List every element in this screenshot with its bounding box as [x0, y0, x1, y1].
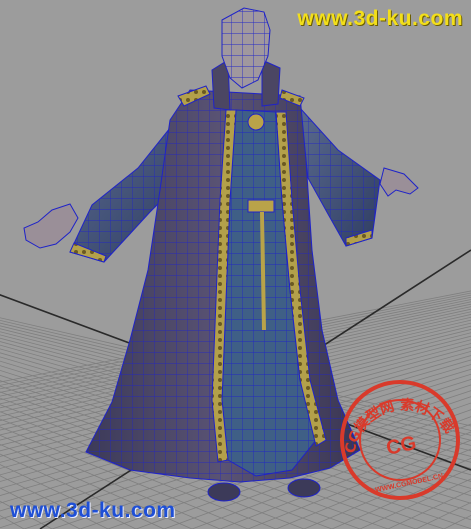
stamp-center-text: CG [384, 432, 418, 460]
watermark-top: www.3d-ku.com [297, 7, 463, 30]
3d-viewport[interactable]: CG模型网 素材下载 CG WWW.CGMODEL.CN www.3d-ku.c… [0, 0, 471, 529]
right-hand [379, 167, 419, 197]
watermark-bottom: www.3d-ku.com [10, 499, 176, 522]
neck-medallion [247, 113, 265, 131]
belt-tassel [260, 211, 266, 331]
collar-right [261, 59, 281, 107]
left-hand [23, 203, 79, 249]
right-sleeve-wire [300, 108, 380, 246]
scene-canvas: CG模型网 素材下载 CG WWW.CGMODEL.CN [0, 7, 471, 529]
left-foot [207, 482, 241, 502]
right-foot [287, 478, 321, 498]
belt [247, 199, 275, 213]
